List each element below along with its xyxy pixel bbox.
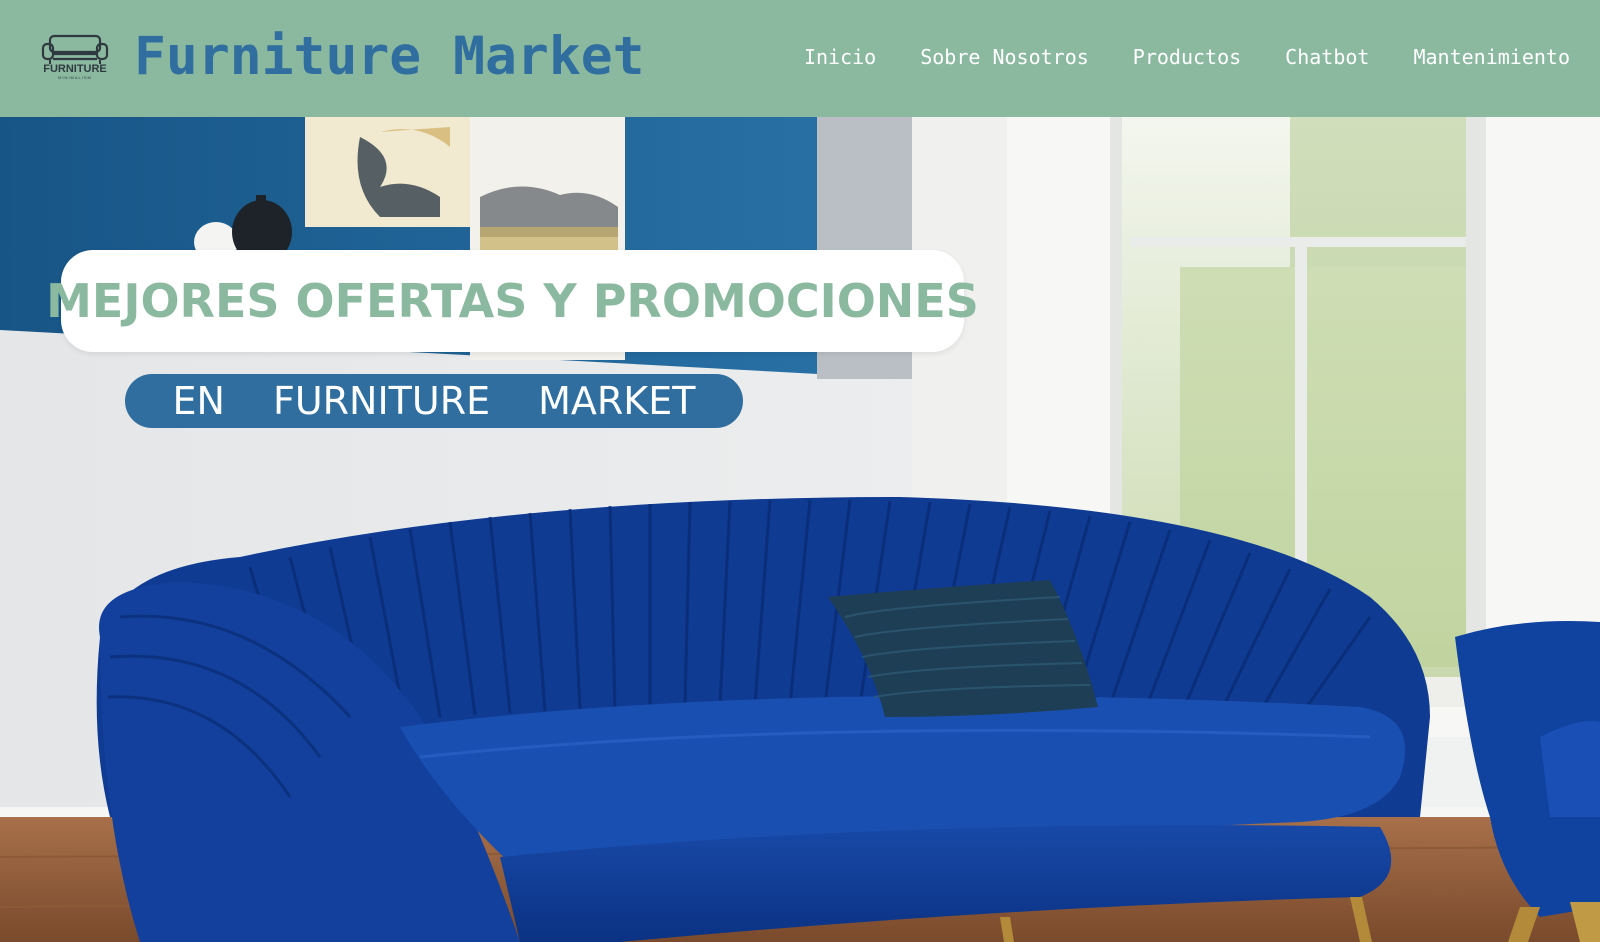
promo-subtitle-word: EN xyxy=(172,379,225,423)
promo-subtitle-word: FURNITURE xyxy=(272,379,491,423)
promo-banner: MEJORES OFERTAS Y PROMOCIONES xyxy=(46,250,979,352)
logo-wordmark: FURNITURE xyxy=(43,63,107,75)
promo-title: MEJORES OFERTAS Y PROMOCIONES xyxy=(46,274,979,328)
logo-tagline: MINIMALISM xyxy=(58,75,92,80)
brand-title[interactable]: Furniture Market xyxy=(134,24,645,90)
site-header: FURNITURE MINIMALISM Furniture Market In… xyxy=(0,0,1600,117)
sofa-icon xyxy=(41,34,109,64)
nav-link-inicio[interactable]: Inicio xyxy=(804,42,876,72)
promo-subtitle-banner: EN FURNITURE MARKET xyxy=(125,374,743,428)
promo-subtitle-word: MARKET xyxy=(538,379,696,423)
logo[interactable]: FURNITURE MINIMALISM xyxy=(40,33,110,83)
nav-link-productos[interactable]: Productos xyxy=(1133,42,1241,72)
nav-link-mantenimiento[interactable]: Mantenimiento xyxy=(1413,42,1570,72)
main-nav: Inicio Sobre Nosotros Productos Chatbot … xyxy=(804,42,1570,72)
hero-banner: MEJORES OFERTAS Y PROMOCIONES EN FURNITU… xyxy=(0,117,1600,942)
nav-link-chatbot[interactable]: Chatbot xyxy=(1285,42,1369,72)
nav-link-sobre-nosotros[interactable]: Sobre Nosotros xyxy=(920,42,1089,72)
hero-image xyxy=(0,117,1600,942)
